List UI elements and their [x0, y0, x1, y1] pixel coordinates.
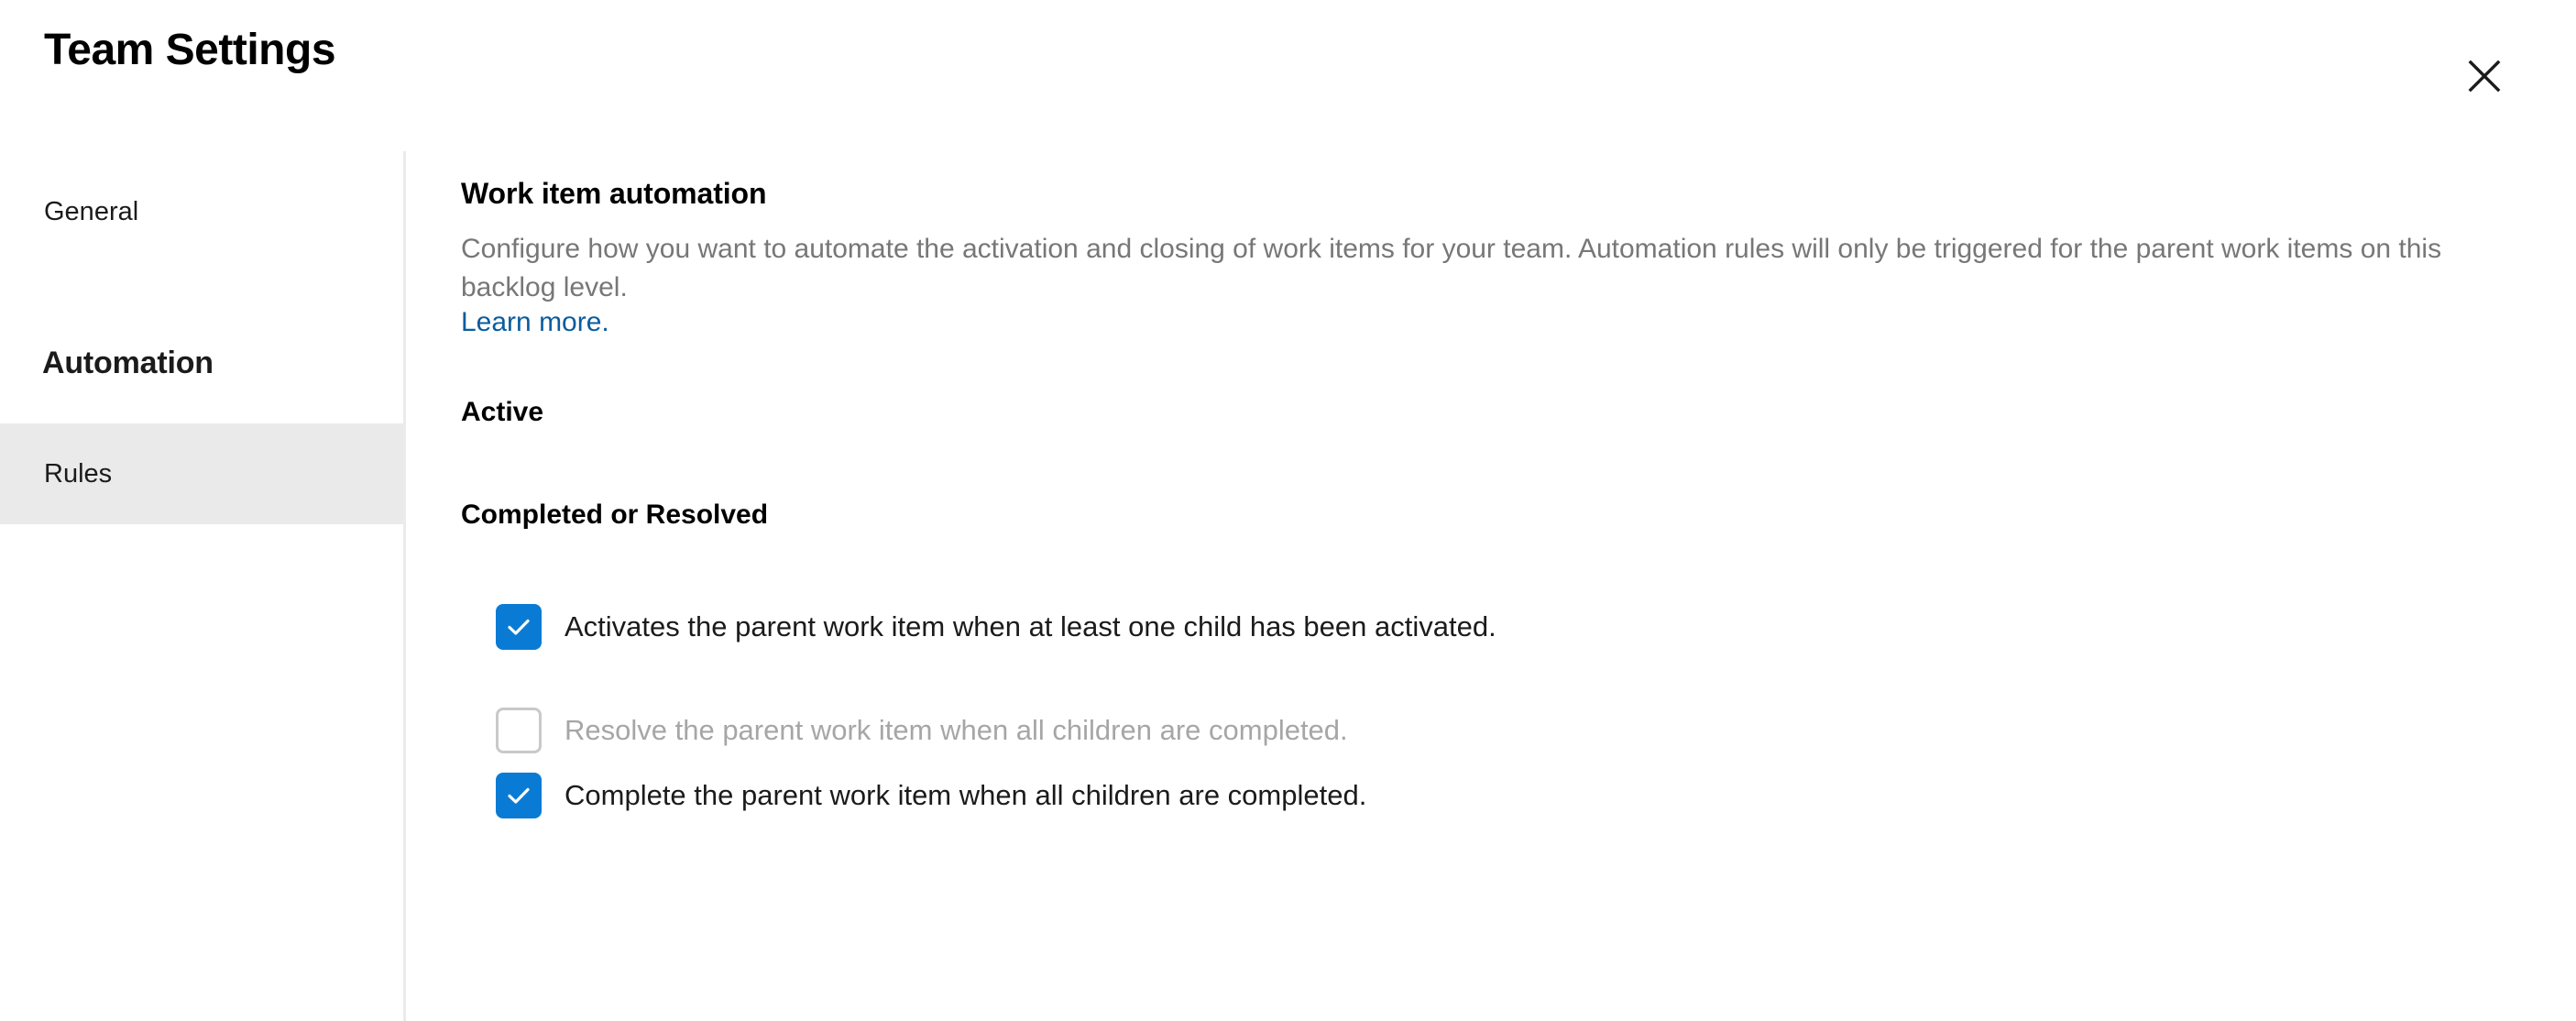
rule-row-activate-parent[interactable]: Activates the parent work item when at l… [496, 603, 1496, 651]
sidebar-group-automation-label: Automation [42, 345, 214, 380]
settings-sidebar: General Automation Rules [0, 151, 404, 1021]
dialog-header: Team Settings [0, 0, 2576, 151]
sidebar-item-rules[interactable]: Rules [0, 423, 404, 524]
close-button[interactable] [2454, 46, 2515, 106]
close-icon [2467, 59, 2502, 93]
rule-row-resolve-parent[interactable]: Resolve the parent work item when all ch… [496, 707, 1348, 754]
rule-label-resolve-parent: Resolve the parent work item when all ch… [565, 714, 1348, 746]
checkbox-activate-parent[interactable] [496, 604, 542, 650]
sidebar-item-rules-label: Rules [44, 458, 113, 489]
page-title: Team Settings [44, 26, 336, 74]
rule-label-activate-parent[interactable]: Activates the parent work item when at l… [565, 610, 1496, 643]
sidebar-group-automation: Automation [0, 330, 404, 396]
checkmark-icon [504, 781, 533, 810]
learn-more-link[interactable]: Learn more. [461, 307, 609, 338]
rule-row-complete-parent[interactable]: Complete the parent work item when all c… [496, 772, 1366, 819]
group-heading-active: Active [461, 397, 544, 427]
checkmark-icon [504, 612, 533, 642]
checkbox-resolve-parent[interactable] [496, 708, 542, 753]
section-description: Configure how you want to automate the a… [461, 234, 2442, 302]
section-heading: Work item automation [461, 177, 767, 210]
sidebar-item-general-label: General [44, 196, 139, 226]
main-content: Work item automation Configure how you w… [406, 151, 2576, 1021]
sidebar-item-general[interactable]: General [0, 179, 404, 245]
checkbox-complete-parent[interactable] [496, 773, 542, 818]
group-heading-completed: Completed or Resolved [461, 500, 769, 530]
rule-label-complete-parent[interactable]: Complete the parent work item when all c… [565, 779, 1366, 812]
